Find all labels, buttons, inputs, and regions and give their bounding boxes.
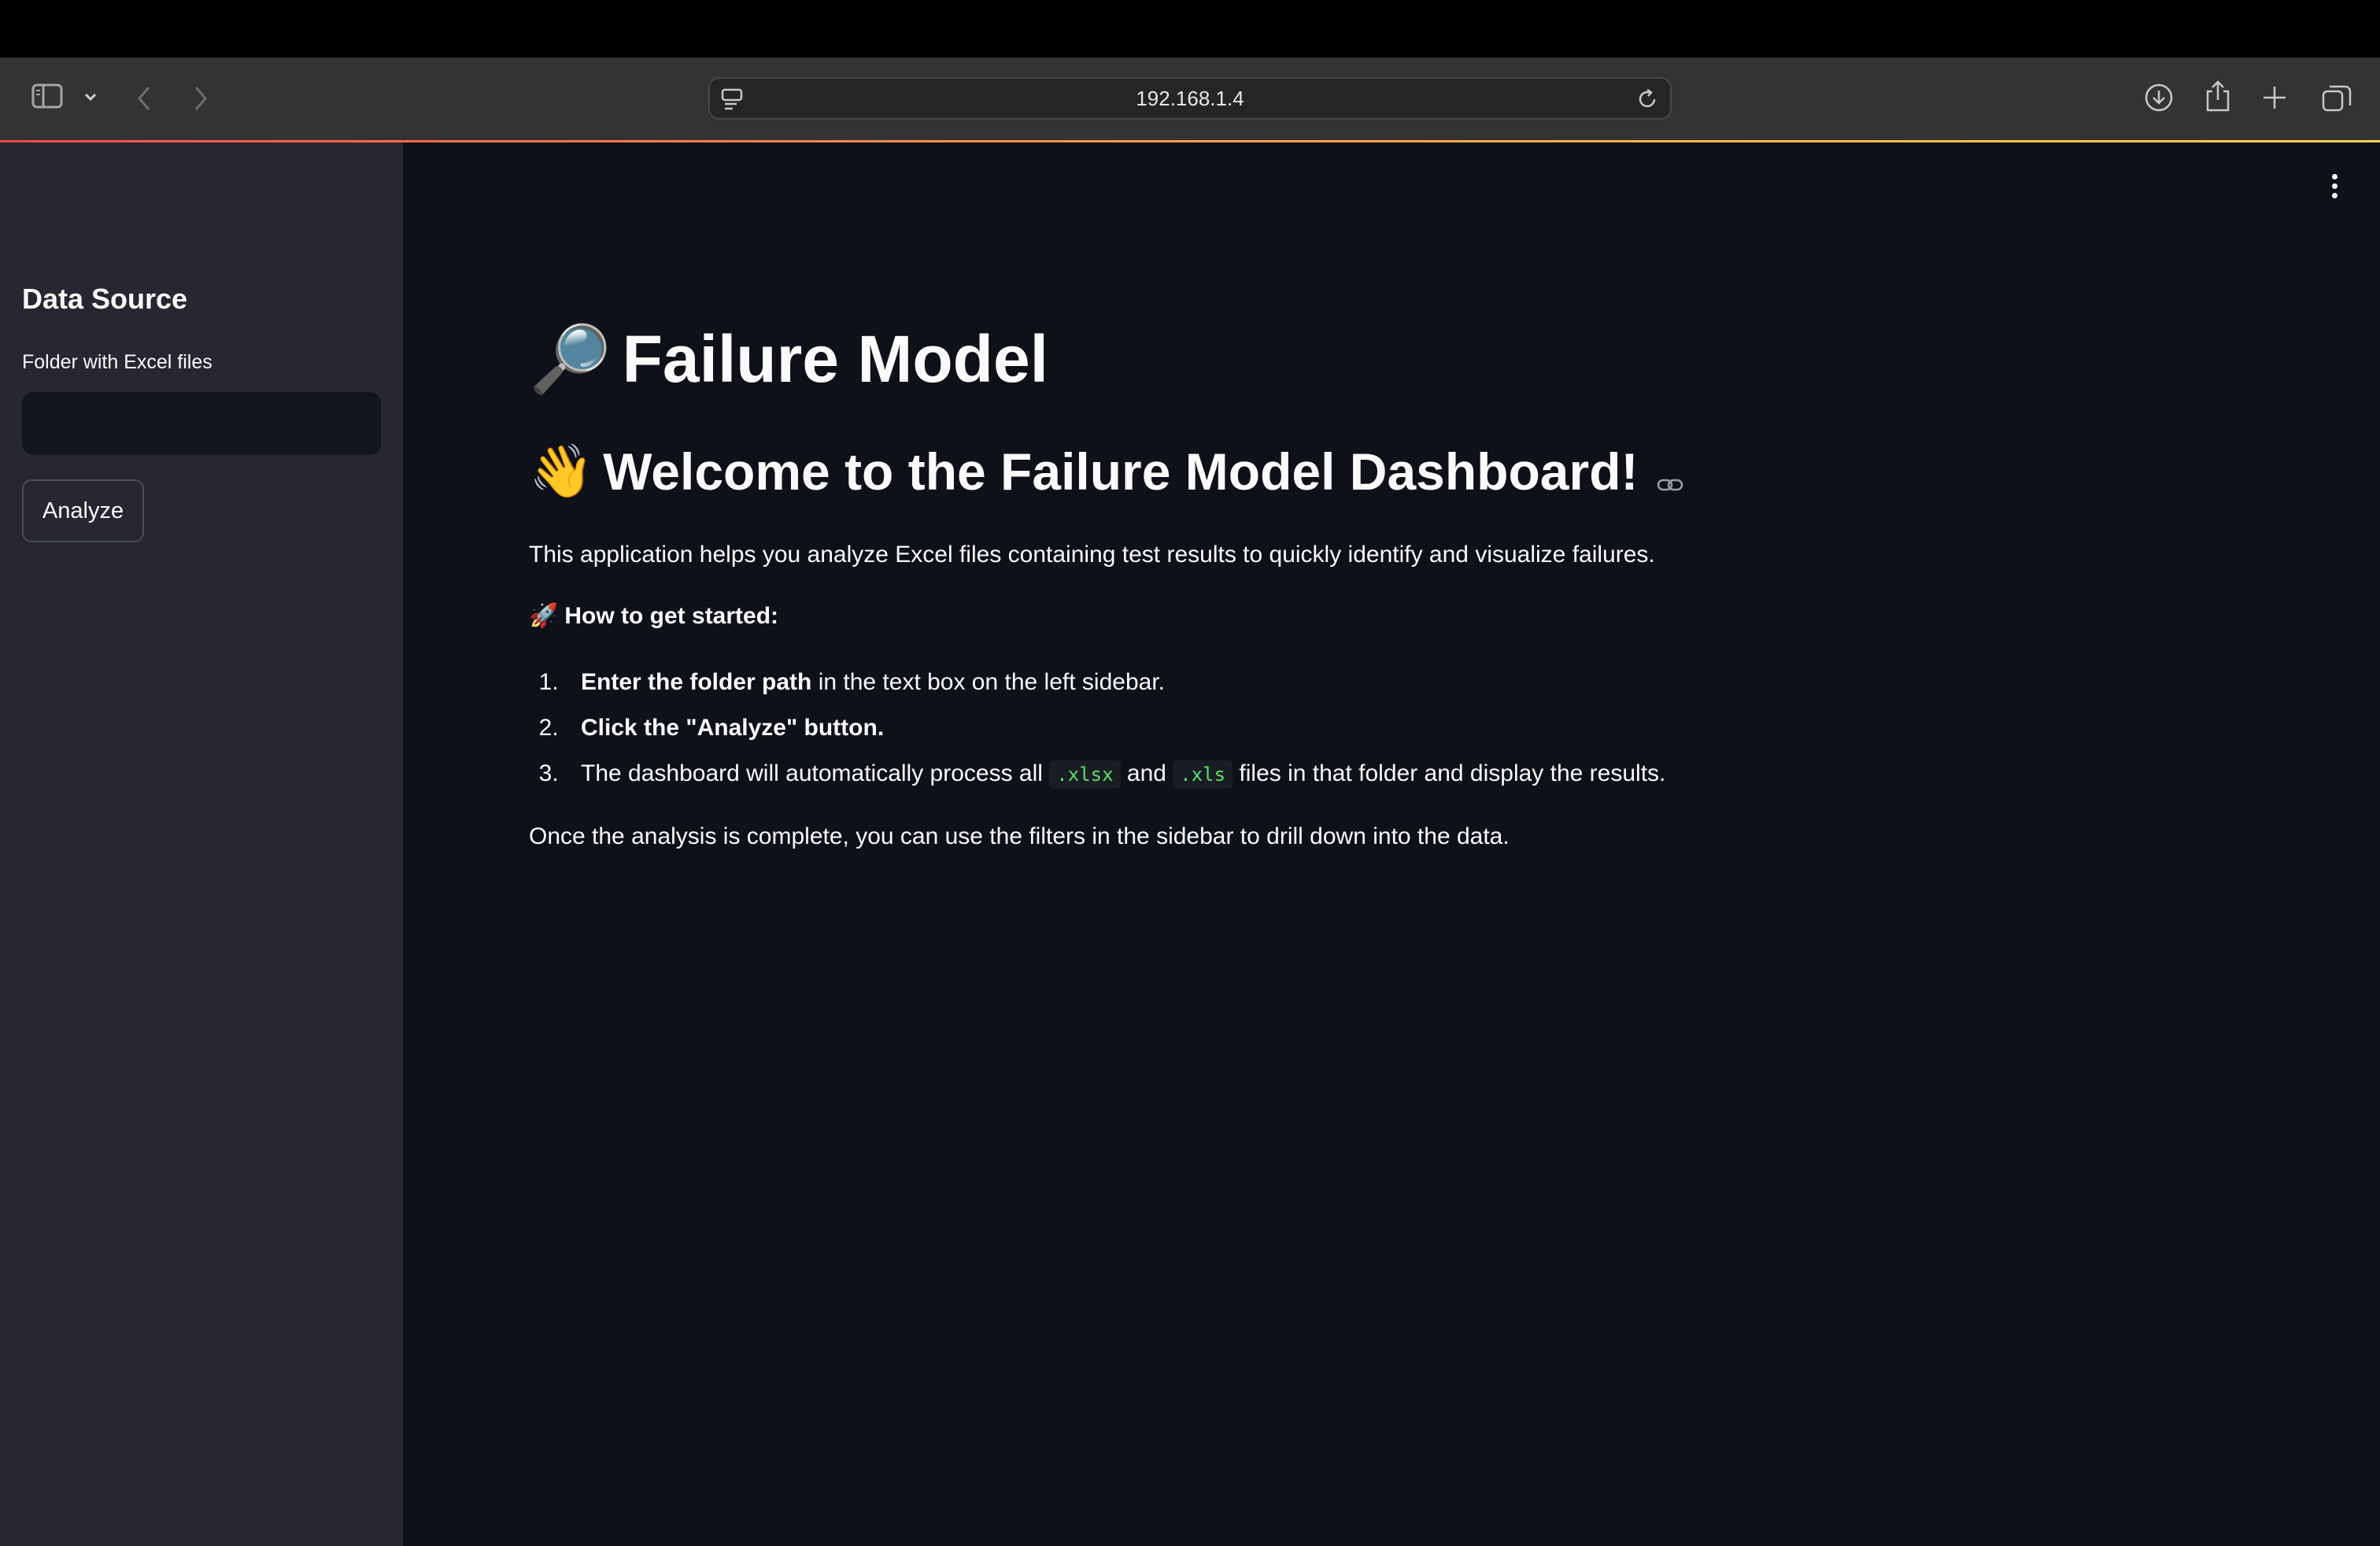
url-text[interactable]: 192.168.1.4 — [710, 79, 1670, 118]
page-title-text: Failure Model — [622, 321, 1048, 396]
steps-list: Enter the folder path in the text box on… — [529, 660, 1867, 797]
back-arrow-icon[interactable] — [135, 85, 153, 112]
list-item: Click the "Analyze" button. — [565, 705, 1867, 751]
xls-code: .xls — [1173, 760, 1233, 789]
magnifier-icon: 🔎 — [529, 321, 612, 396]
step-3-mid: and — [1120, 760, 1173, 786]
screen-top-strip — [0, 0, 2380, 57]
xlsx-code: .xlsx — [1049, 760, 1121, 789]
reload-icon[interactable] — [1635, 87, 1659, 111]
welcome-heading: 👋 Welcome to the Failure Model Dashboard… — [529, 438, 1867, 505]
more-options-icon[interactable] — [2330, 174, 2339, 202]
intro-paragraph: This application helps you analyze Excel… — [529, 542, 1655, 568]
tab-overview-icon[interactable] — [2322, 83, 2352, 112]
analyze-button[interactable]: Analyze — [22, 479, 144, 542]
sidebar-title: Data Source — [22, 283, 188, 315]
step-3-post: files in that folder and display the res… — [1232, 760, 1666, 786]
forward-arrow-icon[interactable] — [192, 85, 209, 112]
chevron-down-icon[interactable] — [83, 92, 98, 102]
welcome-heading-text: Welcome to the Failure Model Dashboard! — [603, 442, 1639, 501]
list-item: Enter the folder path in the text box on… — [565, 660, 1867, 705]
sidebar: Data Source Folder with Excel files Anal… — [0, 142, 403, 1546]
step-2-bold: Click the "Analyze" button. — [581, 715, 885, 741]
folder-path-input[interactable] — [22, 392, 381, 455]
anchor-link-icon[interactable] — [1657, 445, 1683, 505]
page-title: 🔎 Failure Model — [529, 316, 1867, 402]
step-1-rest: in the text box on the left sidebar. — [811, 669, 1165, 695]
folder-field-label: Folder with Excel files — [22, 351, 213, 373]
howto-heading: 🚀 How to get started: — [529, 602, 1867, 630]
step-1-bold: Enter the folder path — [581, 669, 812, 695]
address-bar[interactable]: 192.168.1.4 — [708, 77, 1672, 120]
browser-toolbar: 192.168.1.4 — [0, 57, 2380, 141]
main-content: 🔎 Failure Model 👋 Welcome to the Failure… — [403, 142, 2380, 1546]
list-item: The dashboard will automatically process… — [565, 751, 1867, 797]
outro-paragraph: Once the analysis is complete, you can u… — [529, 823, 1510, 849]
rocket-icon: 🚀 — [529, 603, 559, 629]
waving-hand-icon: 👋 — [529, 442, 594, 500]
new-tab-icon[interactable] — [2262, 85, 2287, 110]
howto-heading-text: How to get started: — [564, 602, 779, 629]
step-3-pre: The dashboard will automatically process… — [581, 760, 1050, 786]
download-icon[interactable] — [2144, 83, 2174, 113]
share-icon[interactable] — [2204, 80, 2232, 113]
sidebar-toggle-icon[interactable] — [31, 83, 65, 109]
